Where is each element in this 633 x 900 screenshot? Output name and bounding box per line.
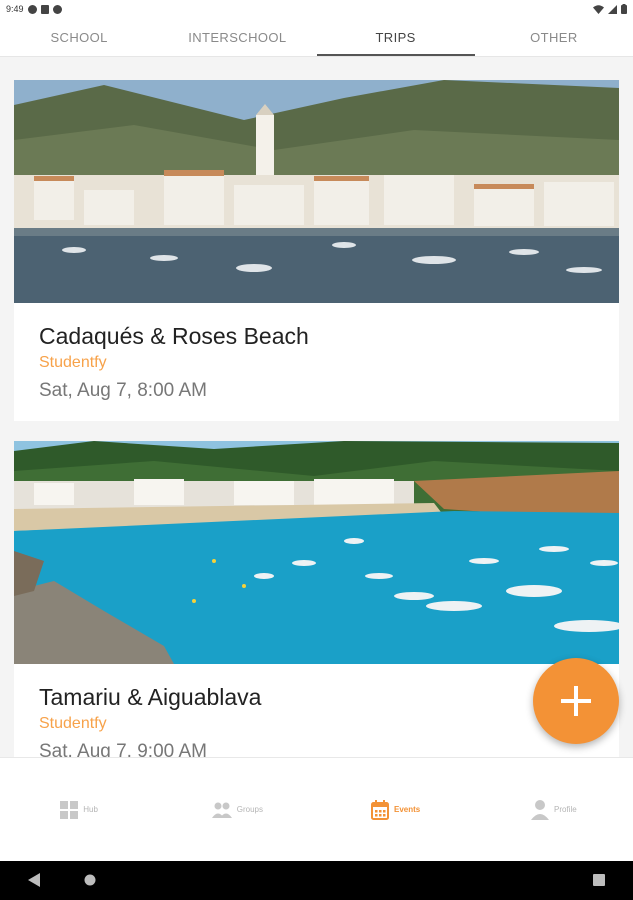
nav-events-label: Events [394,805,421,814]
plus-icon [561,686,591,716]
recents-icon[interactable] [593,874,605,886]
bottom-navigation: Hub Groups Events Profile [0,757,633,861]
back-icon[interactable] [28,873,40,887]
event-category-tabs: SCHOOL INTERSCHOOL TRIPS OTHER [0,18,633,56]
nav-hub-label: Hub [83,805,98,814]
nav-hub[interactable]: Hub [0,758,158,861]
event-date: Sat, Aug 7, 9:00 AM [39,741,207,757]
tab-school[interactable]: SCHOOL [0,18,158,56]
status-bar: 9:49 [0,0,633,18]
event-image-cadaques [14,80,619,303]
sim-card-icon [40,4,49,14]
grid-icon [60,800,79,819]
tab-interschool[interactable]: INTERSCHOOL [158,18,316,56]
battery-icon [621,4,627,14]
accessibility-icon [27,4,37,14]
event-organizer: Studentfy [39,715,107,732]
tab-trips-label: TRIPS [375,29,416,45]
calendar-icon [371,799,389,820]
event-date: Sat, Aug 7, 8:00 AM [39,380,207,401]
nav-profile[interactable]: Profile [475,758,633,861]
event-organizer: Studentfy [39,354,107,371]
tab-other-label: OTHER [530,29,578,45]
tab-other[interactable]: OTHER [475,18,633,56]
event-title: Tamariu & Aiguablava [39,684,262,710]
event-card[interactable]: Tamariu & Aiguablava Studentfy Sat, Aug … [14,441,619,757]
tab-trips[interactable]: TRIPS [316,18,476,56]
nav-groups[interactable]: Groups [158,758,316,861]
sync-icon [52,4,62,14]
nav-profile-label: Profile [554,805,577,814]
add-event-button[interactable] [533,658,619,744]
event-image-tamariu [14,441,619,664]
event-title: Cadaqués & Roses Beach [39,323,309,349]
home-icon[interactable] [84,874,96,886]
event-card[interactable]: Cadaqués & Roses Beach Studentfy Sat, Au… [14,80,619,421]
nav-groups-label: Groups [236,805,263,814]
wifi-icon [593,4,604,14]
events-list[interactable]: Cadaqués & Roses Beach Studentfy Sat, Au… [0,57,633,757]
signal-icon [608,4,617,14]
tab-interschool-label: INTERSCHOOL [188,29,287,45]
person-icon [531,799,550,820]
people-icon [211,802,232,818]
system-navigation-bar [0,861,633,900]
tab-school-label: SCHOOL [50,29,108,45]
nav-events[interactable]: Events [317,758,475,861]
status-time: 9:49 [6,4,24,14]
